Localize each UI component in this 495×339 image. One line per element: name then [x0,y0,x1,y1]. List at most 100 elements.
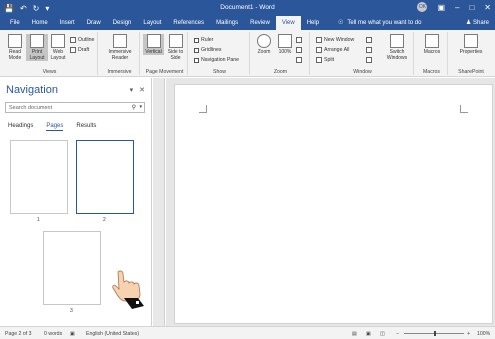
side-to-side-button[interactable]: Side to Side [165,34,186,61]
draft-icon [70,47,76,53]
ribbon-display-icon[interactable]: ▣ [437,3,445,12]
macros-icon [425,34,439,48]
document-area [166,78,495,326]
arrange-all-icon [316,47,322,53]
share-icon: ♟ [465,20,472,26]
proofing-icon[interactable]: ▣ [70,331,75,337]
zoom-slider[interactable] [404,331,464,336]
chevron-down-icon[interactable]: ▾ [130,86,134,94]
switch-windows-button[interactable]: Switch Windows [382,34,412,61]
minimize-icon[interactable]: – [455,3,459,12]
show-group: Ruler Gridlines Navigation Pane Show [190,32,250,75]
outline-label: Outline [78,37,95,43]
split-button[interactable]: Split [316,57,334,63]
status-bar: Page 2 of 3 0 words ▣ English (United St… [0,326,495,339]
gridlines-checkbox[interactable]: Gridlines [194,47,221,53]
web-layout-view-icon[interactable]: ◫ [380,331,385,337]
macros-button[interactable]: Macros [420,34,444,55]
draft-label: Draft [78,47,90,53]
web-layout-button[interactable]: Web Layout [48,34,68,61]
multiple-pages-button[interactable] [296,47,302,53]
page-movement-group-label: Page Movement [145,69,184,75]
crop-mark-top-right [460,105,468,113]
gridlines-check [194,47,199,53]
zoom-in-icon[interactable]: + [467,331,470,337]
page-thumbnail-1[interactable] [10,140,68,214]
tab-headings[interactable]: Headings [8,123,33,131]
vertical-ruler[interactable] [153,78,165,326]
close-icon[interactable]: ✕ [484,3,491,12]
tab-insert[interactable]: Insert [54,16,81,30]
tab-mailings[interactable]: Mailings [210,16,244,30]
tell-me-box[interactable]: ☉ Tell me what you want to do [338,19,421,27]
tab-view[interactable]: View [275,16,301,30]
zoom-out-icon[interactable]: − [396,331,399,337]
navigation-pane-label: Navigation Pane [201,57,240,63]
web-layout-icon [51,34,65,48]
word-count[interactable]: 0 words [44,331,62,337]
page-thumbnail-2[interactable] [76,140,134,214]
tab-help[interactable]: Help [301,16,325,30]
tab-home[interactable]: Home [26,16,54,30]
language-status[interactable]: English (United States) [86,331,139,337]
draft-button[interactable]: Draft [70,47,89,53]
zoom-100-button[interactable]: 100% [276,34,294,55]
properties-button[interactable]: Properties [454,34,488,55]
tab-review[interactable]: Review [244,16,276,30]
side-to-side-label: Side to Side [167,49,184,61]
print-layout-view-icon[interactable]: ▣ [366,331,371,337]
title-bar: 💾 ↶ ↻ ▾ Document1 - Word OK ▣ – □ ✕ [0,0,495,16]
document-page[interactable] [174,84,493,324]
vertical-button[interactable]: Vertical [143,34,164,55]
search-icon[interactable]: ⚲ [132,104,136,111]
search-document-input[interactable]: Search document ⚲ ▾ [5,102,145,113]
page-movement-group: Vertical Side to Side Page Movement [142,32,188,75]
search-options-icon[interactable]: ▾ [139,104,142,110]
synchronous-scrolling-button[interactable] [366,47,372,53]
page-thumbnail-3[interactable] [43,231,101,305]
page-count[interactable]: Page 2 of 3 [5,331,32,337]
page-width-icon [296,57,302,63]
tab-layout[interactable]: Layout [137,16,167,30]
tab-file[interactable]: File [4,16,26,30]
crop-mark-top-left [199,105,207,113]
page-number-1: 1 [37,217,40,223]
read-mode-view-icon[interactable]: ▤ [352,331,357,337]
multiple-pages-icon [296,47,302,53]
print-layout-button[interactable]: Print Layout [26,34,48,61]
read-mode-button[interactable]: Read Mode [4,34,26,61]
outline-button[interactable]: Outline [70,37,94,43]
reset-window-position-button[interactable] [366,57,372,63]
share-button[interactable]: ♟ Share [466,19,489,26]
zoom-slider-knob[interactable] [434,331,436,336]
tab-results[interactable]: Results [76,123,96,131]
immersive-reader-button[interactable]: Immersive Reader [102,34,138,61]
sharepoint-group: Properties SharePoint [450,32,492,75]
tab-references[interactable]: References [167,16,210,30]
tab-draw[interactable]: Draw [81,16,107,30]
tab-design[interactable]: Design [107,16,138,30]
immersive-reader-label: Immersive Reader [108,49,132,61]
immersive-group-label: Immersive [107,69,132,75]
view-side-by-side-button[interactable] [366,37,372,43]
macros-group-label: Macros [422,69,440,75]
avatar[interactable]: OK [417,2,428,12]
new-window-button[interactable]: New Window [316,37,354,43]
vertical-label: Vertical [145,49,162,55]
one-page-icon [296,37,302,43]
maximize-icon[interactable]: □ [469,3,474,12]
zoom-100-label: 100% [278,49,292,55]
zoom-button[interactable]: Zoom [254,34,274,55]
arrange-all-button[interactable]: Arrange All [316,47,349,53]
navigation-pane-checkbox[interactable]: Navigation Pane [194,57,239,63]
print-layout-label: Print Layout [29,49,45,61]
switch-windows-icon [390,34,404,48]
tab-pages[interactable]: Pages [46,123,64,131]
ruler-checkbox[interactable]: Ruler [194,37,213,43]
ribbon-tabs: File Home Insert Draw Design Layout Refe… [0,16,495,30]
zoom-level[interactable]: 100% [477,331,490,337]
one-page-button[interactable] [296,37,302,43]
close-pane-icon[interactable]: ✕ [139,86,145,94]
share-label: Share [472,20,489,26]
page-width-button[interactable] [296,57,302,63]
